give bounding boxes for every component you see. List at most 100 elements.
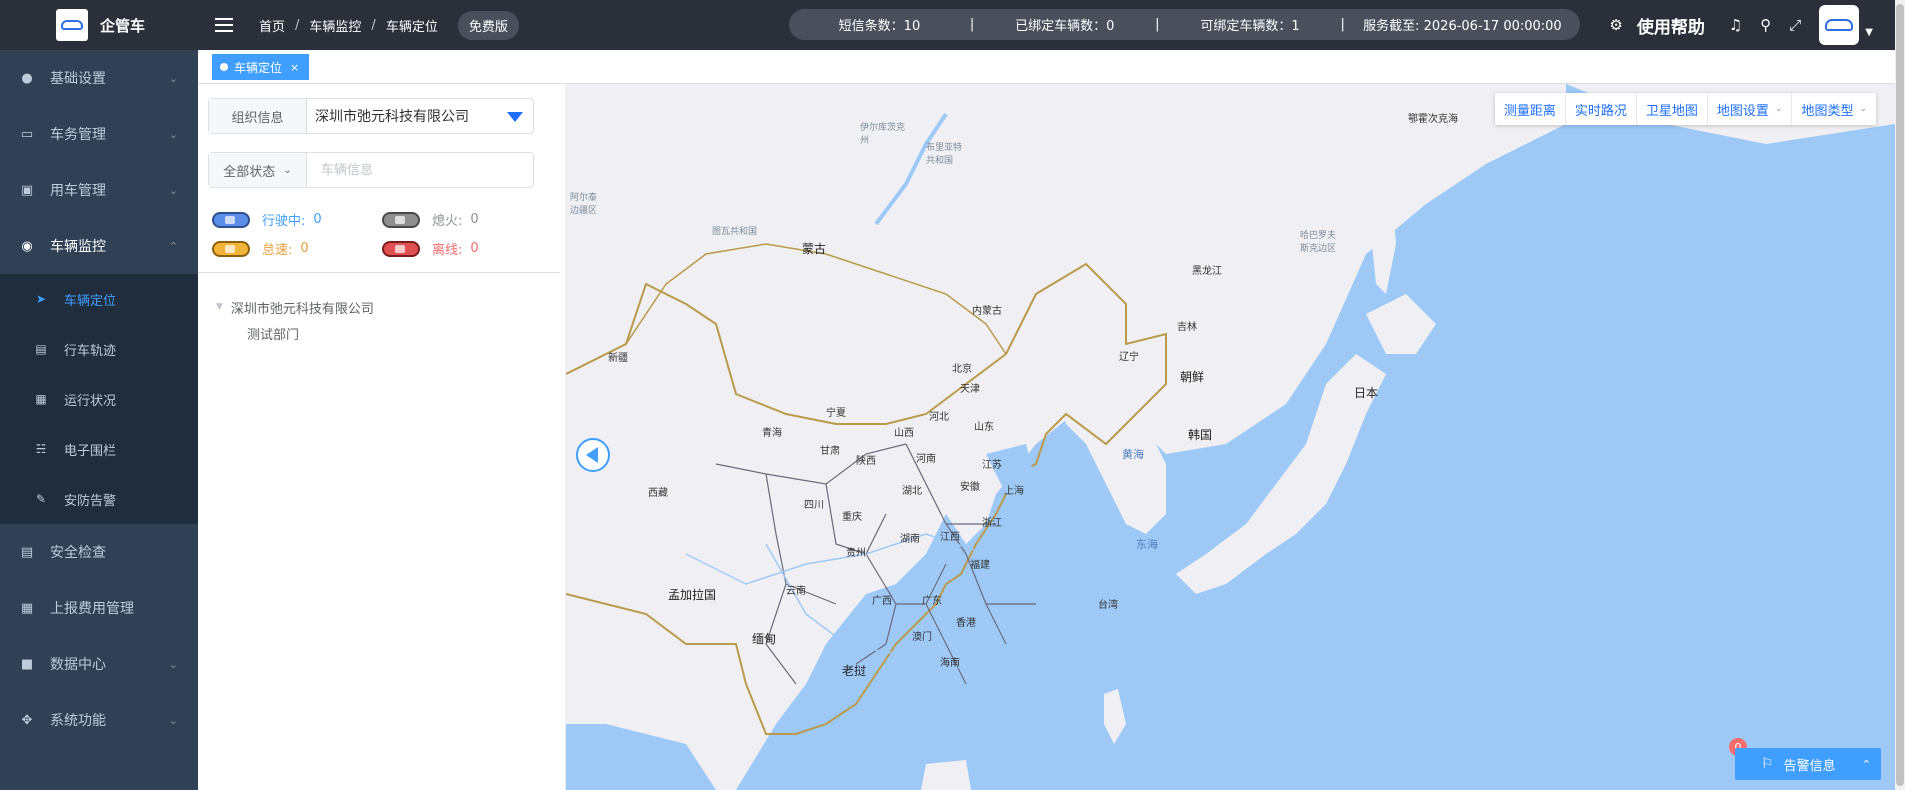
edition-badge: 免费版 (457, 10, 519, 40)
map-label-irkutsk: 伊尔库茨克 州 (860, 123, 906, 146)
map-label-mongolia: 蒙古 (802, 242, 827, 256)
breadcrumb-vehicle-monitor[interactable]: 车辆监控 (309, 16, 361, 35)
submenu-vehicle-monitor: ➤ 车辆定位 ▤ 行车轨迹 ▦ 运行状况 ☵ 电子围栏 ✎ 安防告警 (0, 274, 198, 524)
search-icon[interactable]: ⚲ (1760, 16, 1771, 34)
fullscreen-icon[interactable]: ⤢ (1789, 16, 1801, 34)
scrollbar-thumb[interactable] (1896, 4, 1904, 786)
sidebar-item-label: 系统功能 (50, 713, 106, 729)
sidebar-item-vehicle-affairs[interactable]: ▭ 车务管理 ⌄ (0, 106, 198, 162)
sidebar-item-car-usage[interactable]: ▣ 用车管理 ⌄ (0, 162, 198, 218)
monitor-icon: ▭ (20, 126, 34, 142)
tree-node-root[interactable]: ▼ 深圳市弛元科技有限公司 (216, 294, 374, 320)
map-type-dropdown[interactable]: 地图类型 ⌄ (1792, 93, 1876, 125)
sidebar-item-data-center[interactable]: ■ 数据中心 ⌄ (0, 636, 198, 692)
avatar[interactable] (1819, 5, 1860, 45)
sidebar-item-label: 基础设置 (50, 71, 106, 87)
breadcrumb-separator: / (371, 17, 376, 33)
map-label-macau: 澳门 (912, 632, 932, 643)
globe-icon: ◉ (21, 238, 33, 254)
map-label-anhui: 安徽 (960, 482, 980, 493)
org-selector[interactable]: 组织信息 深圳市弛元科技有限公司 (208, 98, 534, 134)
car-engine-off-icon (382, 211, 420, 228)
toolbar-label: 测量距离 (1503, 103, 1556, 119)
map-label-japan: 日本 (1354, 386, 1379, 400)
sidebar-item-safety-check[interactable]: ▤ 安全检查 (0, 524, 198, 580)
legend-count: 0 (470, 212, 479, 227)
tab-label: 车辆定位 (234, 60, 283, 75)
map-toolbar: 测量距离 实时路况 卫星地图 地图设置 ⌄ 地图类型 ⌄ (1494, 93, 1876, 125)
sidebar-item-system-functions[interactable]: ✥ 系统功能 ⌄ (0, 692, 198, 748)
breadcrumb-home[interactable]: 首页 (259, 16, 285, 35)
alarm-icon: ⚐ (1761, 756, 1774, 772)
vehicle-panel: 组织信息 深圳市弛元科技有限公司 全部状态 ⌄ 行驶中: 0 熄火: 0 怠速:… (198, 84, 566, 790)
collapse-panel-button[interactable] (576, 438, 610, 472)
sidebar-item-label: 上报费用管理 (50, 601, 134, 617)
hamburger-icon[interactable] (215, 18, 233, 32)
triangle-down-icon[interactable] (507, 112, 523, 122)
toolbar-label: 实时路况 (1574, 103, 1627, 119)
bell-icon[interactable]: ♫ (1729, 16, 1742, 34)
map-view[interactable]: 蒙古 新疆 内蒙古 黑龙江 吉林 辽宁 北京 天津 河北 山西 山东 宁夏 青海… (566, 84, 1895, 790)
alarm-info-bar[interactable]: ⚐ 告警信息 ⌃ (1735, 748, 1881, 780)
sidebar-item-label: 数据中心 (50, 657, 106, 673)
map-label-shanghai: 上海 (1004, 486, 1024, 497)
car-idle-icon (212, 240, 250, 257)
brand[interactable]: 企管车 (0, 0, 198, 50)
toolbar-label: 地图类型 (1801, 103, 1854, 119)
legend-idle: 怠速: 0 (212, 239, 309, 258)
help-link[interactable]: 使用帮助 (1637, 13, 1705, 38)
legend-count: 0 (300, 241, 309, 256)
caret-down-icon[interactable]: ▼ (1865, 27, 1873, 38)
map-label-altai: 阿尔泰 边疆区 (570, 193, 598, 216)
map-settings-dropdown[interactable]: 地图设置 ⌄ (1708, 93, 1793, 125)
brand-name: 企管车 (100, 16, 146, 35)
vehicle-search-input[interactable] (307, 153, 533, 187)
status-select[interactable]: 全部状态 ⌄ (209, 153, 307, 187)
sidebar-item-label: 安防告警 (64, 493, 117, 509)
chevron-down-icon: ⌄ (283, 164, 292, 176)
measure-distance-button[interactable]: 测量距离 (1495, 93, 1566, 125)
chevron-down-icon: ⌄ (168, 183, 178, 197)
sidebar-item-label: 车辆监控 (50, 239, 106, 255)
satellite-map-button[interactable]: 卫星地图 (1637, 93, 1708, 125)
gear-icon[interactable]: ⚙ (1609, 16, 1622, 34)
bindable-vehicles: 可绑定车辆数：1 (1200, 19, 1300, 34)
tree-node-child[interactable]: 测试部门 (216, 320, 374, 346)
map-label-shanxi: 山西 (894, 428, 914, 439)
legend-offline: 离线: 0 (382, 239, 479, 258)
page-scrollbar[interactable] (1895, 0, 1905, 790)
tab-vehicle-location[interactable]: 车辆定位 × (212, 54, 310, 80)
toolbar-label: 地图设置 (1716, 103, 1769, 119)
sidebar-item-label: 运行状况 (64, 393, 117, 409)
map-label-liaoning: 辽宁 (1119, 352, 1139, 363)
map-label-gansu: 甘肃 (820, 446, 840, 457)
chevron-up-icon[interactable]: ⌃ (1862, 758, 1871, 771)
map-label-hubei: 湖北 (902, 486, 922, 497)
sidebar-item-label: 行车轨迹 (64, 343, 117, 359)
car-list-icon: ▣ (20, 182, 34, 198)
sidebar-item-running-status[interactable]: ▦ 运行状况 (0, 374, 198, 424)
sidebar-item-trajectory[interactable]: ▤ 行车轨迹 (0, 324, 198, 374)
sidebar-item-security-alarm[interactable]: ✎ 安防告警 (0, 474, 198, 524)
sidebar-item-geofence[interactable]: ☵ 电子围栏 (0, 424, 198, 474)
legend-label: 行驶中: (262, 214, 306, 229)
arrow-left-icon (585, 447, 598, 463)
caret-down-icon[interactable]: ▼ (216, 302, 223, 312)
map-label-bangladesh: 孟加拉国 (668, 588, 717, 602)
realtime-traffic-button[interactable]: 实时路况 (1566, 93, 1637, 125)
tags-view: 车辆定位 × (198, 50, 1895, 84)
sidebar-item-basic-settings[interactable]: ● 基础设置 ⌄ (0, 50, 198, 106)
map-label-zhejiang: 浙江 (982, 518, 1002, 529)
map-label-laos: 老挝 (842, 664, 867, 678)
topbar-actions: ⚙ 使用帮助 ♫ ⚲ ⤢ ▼ (1609, 0, 1895, 50)
chevron-down-icon: ⌄ (168, 127, 178, 141)
send-icon: ➤ (35, 292, 47, 306)
close-icon[interactable]: × (290, 61, 299, 74)
sidebar-item-expense-report[interactable]: ▦ 上报费用管理 (0, 580, 198, 636)
chevron-down-icon: ⌄ (168, 71, 178, 85)
legend-engine-off: 熄火: 0 (382, 210, 479, 229)
sidebar-item-vehicle-location[interactable]: ➤ 车辆定位 (0, 274, 198, 324)
org-select[interactable]: 深圳市弛元科技有限公司 (307, 99, 533, 133)
sidebar-item-vehicle-monitor[interactable]: ◉ 车辆监控 ⌃ (0, 218, 198, 274)
map-label-hainan: 海南 (940, 658, 960, 669)
